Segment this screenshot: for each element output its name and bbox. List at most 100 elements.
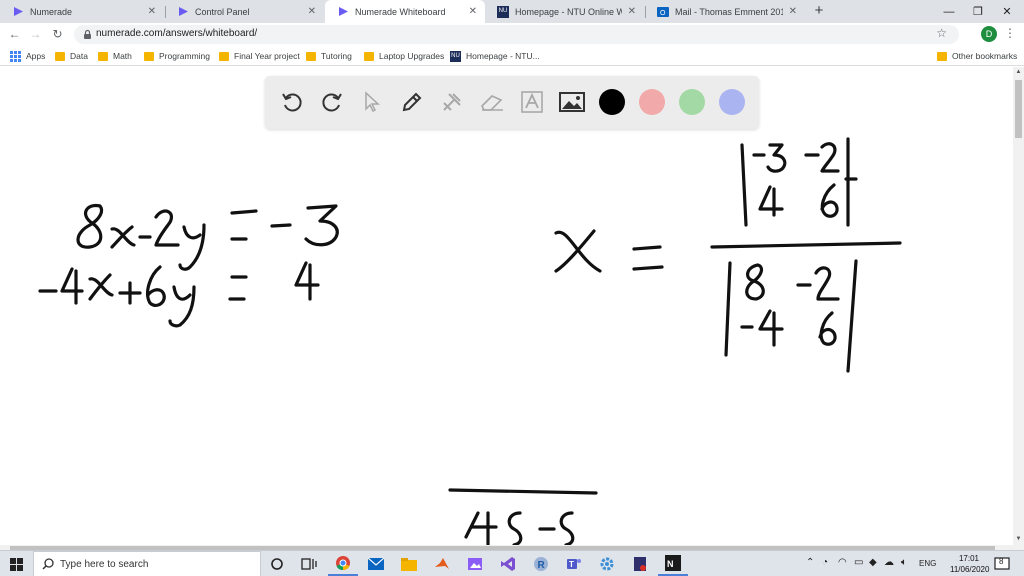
search-placeholder: Type here to search [60,559,149,570]
clock-date: 11/06/2020 [950,565,990,574]
equation-1-ink [76,203,339,271]
r-icon[interactable]: R [526,552,556,576]
bookmarks-bar: Apps Data Math Programming Final Year pr… [0,46,1024,66]
close-window-icon[interactable]: ✕ [990,0,1024,23]
new-tab-icon[interactable]: + [811,3,827,19]
back-icon[interactable]: ← [6,26,23,43]
tab-strip: Numerade ✕ Control Panel ✕ Numerade Whit… [0,0,1024,23]
bookmark-label: Math [113,51,132,61]
tab-title: Numerade [30,6,73,17]
scroll-up-icon[interactable]: ▲ [1013,67,1024,78]
bookmark-label: Laptop Upgrades [379,51,445,61]
apps-grid-icon [10,50,21,62]
scroll-down-icon[interactable]: ▼ [1013,534,1024,545]
svg-text:R: R [538,560,546,571]
bookmark-data[interactable]: Data [55,49,88,63]
task-view-icon[interactable] [294,552,324,576]
menu-icon[interactable]: ⋮ [1004,26,1016,43]
bookmark-label: Homepage - NTU... [466,51,540,61]
show-hidden-icons-icon[interactable]: ⌃ [806,557,814,568]
tab-title: Numerade Whiteboard [355,6,446,17]
bookmark-label: Tutoring [321,51,352,61]
folder-icon [98,51,108,61]
matlab-icon[interactable] [427,552,457,576]
close-tab-icon[interactable]: ✕ [469,6,477,17]
bookmark-label: Apps [26,51,46,61]
tab-numerade[interactable]: Numerade ✕ [0,0,164,23]
lock-icon [84,29,91,39]
bookmark-final-year-project[interactable]: Final Year project [219,49,300,63]
close-tab-icon[interactable]: ✕ [148,6,156,17]
forward-icon[interactable]: → [27,26,44,43]
settings-gear-icon[interactable] [592,552,622,576]
cortana-icon[interactable] [262,552,292,576]
tab-numerade-whiteboard[interactable]: Numerade Whiteboard ✕ [325,0,485,23]
folder-icon [219,51,229,61]
numerade-logo-icon [12,6,24,18]
chrome-icon[interactable] [328,552,358,576]
close-tab-icon[interactable]: ✕ [308,6,316,17]
file-explorer-icon[interactable] [394,552,424,576]
app-icon[interactable] [625,552,655,576]
taskbar-search-input[interactable]: Type here to search [33,551,261,576]
dropbox-icon[interactable]: ◆ [869,557,877,568]
clock-time: 17:01 [958,554,980,563]
bookmark-label: Final Year project [234,51,300,61]
photos-icon[interactable] [460,552,490,576]
fraction-bar-ink [710,241,902,249]
svg-text:N: N [667,559,674,569]
cramer-x-ink [554,229,664,273]
bookmark-label: Data [70,51,88,61]
bookmark-programming[interactable]: Programming [144,49,210,63]
tab-title: Mail - Thomas Emment 2018 (N [675,6,783,17]
mail-icon[interactable] [361,552,391,576]
whiteboard-canvas[interactable] [0,67,1013,545]
profile-avatar[interactable]: D [981,26,997,42]
numerade-logo-icon [337,6,349,18]
volume-icon[interactable]: 🔈︎ [901,557,907,568]
scrollbar-thumb[interactable] [1015,80,1022,138]
close-tab-icon[interactable]: ✕ [789,6,797,17]
vertical-scrollbar[interactable]: ▲ ▼ [1013,67,1024,545]
address-bar[interactable]: numerade.com/answers/whiteboard/ ☆ [74,25,959,44]
windows-taskbar: Type here to search R T N ⌃ ◔ ◠ ▭ ◆ ☁ 🔈︎… [0,550,1024,576]
bookmark-label: Other bookmarks [952,51,1018,61]
bookmark-laptop-upgrades[interactable]: Laptop Upgrades [364,49,444,63]
folder-icon [364,51,374,61]
url-text: numerade.com/answers/whiteboard/ [96,28,258,39]
reload-icon[interactable]: ↻ [49,26,66,43]
tab-title: Control Panel [195,6,250,17]
language-indicator[interactable]: ENG [919,559,936,568]
battery-icon[interactable]: ▭ [854,557,863,568]
ntu-logo-icon: NU [450,50,461,62]
bookmark-label: Programming [159,51,211,61]
close-tab-icon[interactable]: ✕ [628,6,636,17]
svg-text:O: O [660,10,666,17]
visual-studio-icon[interactable] [493,552,523,576]
onedrive-icon[interactable]: ☁ [884,557,894,568]
bookmark-apps[interactable]: Apps [10,49,45,63]
numerade-app-icon[interactable]: N [658,552,688,576]
windows-start-icon[interactable] [0,551,32,576]
folder-icon [937,51,947,61]
browser-toolbar: ← → ↻ numerade.com/answers/whiteboard/ ☆… [0,23,1024,46]
wifi-icon[interactable]: ◠ [838,557,847,568]
tab-ntu-homepage[interactable]: NU Homepage - NTU Online Worksp ✕ [485,0,644,23]
bookmark-star-icon[interactable]: ☆ [936,26,947,40]
ntu-logo-icon: NU [497,5,509,18]
notifications-icon[interactable]: 8 [994,556,1010,572]
bookmark-other[interactable]: Other bookmarks [937,49,1017,63]
tab-mail[interactable]: O Mail - Thomas Emment 2018 (N ✕ [645,0,805,23]
bookmark-ntu-homepage[interactable]: NU Homepage - NTU... [450,49,540,63]
denominator-determinant-ink [724,259,858,373]
network-icon[interactable]: ◔ [822,557,828,568]
svg-text:T: T [569,560,574,569]
clock[interactable]: 17:01 11/06/2020 [950,553,990,575]
teams-icon[interactable]: T [559,552,589,576]
folder-icon [144,51,154,61]
tab-control-panel[interactable]: Control Panel ✕ [165,0,324,23]
tab-title: Homepage - NTU Online Worksp [515,6,622,17]
bookmark-tutoring[interactable]: Tutoring [306,49,352,63]
bookmark-math[interactable]: Math [98,49,132,63]
numerade-logo-icon [177,6,189,18]
